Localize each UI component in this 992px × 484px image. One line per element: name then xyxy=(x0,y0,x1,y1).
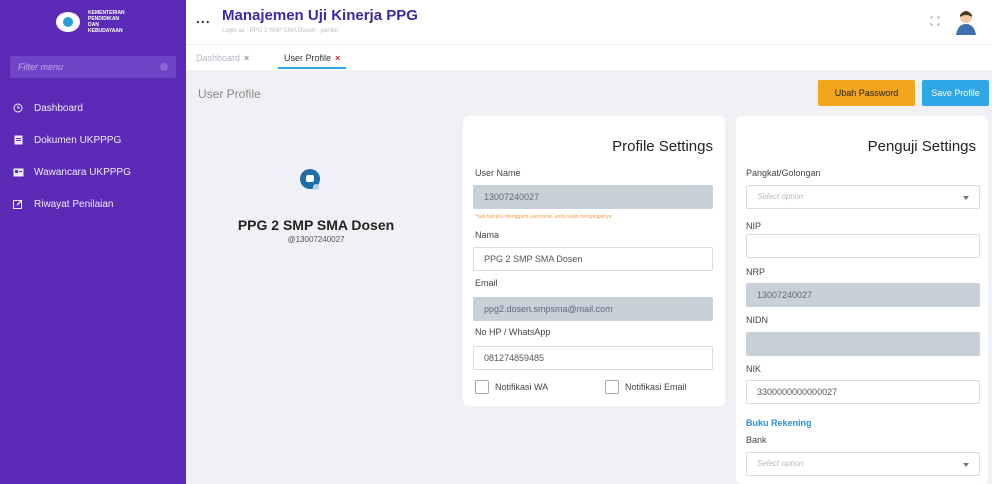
notifikasi-wa-checkbox[interactable]: Notifikasi WA xyxy=(475,380,548,394)
penguji-settings-card: Penguji Settings Pangkat/Golongan Select… xyxy=(736,116,988,484)
pangkat-label: Pangkat/Golongan xyxy=(746,168,821,178)
nidn-field[interactable] xyxy=(746,332,980,356)
login-as-text: Login as : PPG 2 SMP SMA Dosen - penilai xyxy=(222,28,338,34)
clock-icon xyxy=(12,102,24,114)
filter-menu-box xyxy=(10,56,176,78)
page-title: User Profile xyxy=(198,87,261,101)
tab-user-profile[interactable]: User Profile × xyxy=(278,51,347,69)
sidebar-item-label: Dashboard xyxy=(34,102,83,114)
tab-dashboard[interactable]: Dashboard × xyxy=(196,51,249,69)
top-bar: ... Manajemen Uji Kinerja PPG Login as :… xyxy=(186,0,992,44)
document-icon xyxy=(12,134,24,146)
avatar[interactable] xyxy=(954,9,978,35)
app-title: Manajemen Uji Kinerja PPG xyxy=(222,7,418,24)
checkbox-box[interactable] xyxy=(605,380,619,394)
hp-field[interactable]: 081274859485 xyxy=(473,346,713,370)
profile-handle: @13007240027 xyxy=(287,235,345,244)
filter-clear-icon[interactable] xyxy=(160,63,168,71)
logo-text: KEMENTERIAN PENDIDIKAN DAN KEBUDAYAAN xyxy=(88,10,125,34)
sidebar-item-wawancara[interactable]: Wawancara UKPPPG xyxy=(0,156,186,188)
nama-field[interactable]: PPG 2 SMP SMA Dosen xyxy=(473,247,713,271)
sidebar-item-dokumen[interactable]: Dokumen UKPPPG xyxy=(0,124,186,156)
chevron-down-icon xyxy=(963,196,969,200)
notifikasi-email-checkbox[interactable]: Notifikasi Email xyxy=(605,380,687,394)
bank-select[interactable]: Select option xyxy=(746,452,980,476)
nrp-field[interactable]: 13007240027 xyxy=(746,283,980,307)
menu-toggle-button[interactable]: ... xyxy=(196,10,211,26)
sidebar-item-dashboard[interactable]: Dashboard xyxy=(0,92,186,124)
profile-name: PPG 2 SMP SMA Dosen xyxy=(237,217,395,233)
bank-label: Bank xyxy=(746,435,767,445)
nik-label: NIK xyxy=(746,364,762,374)
ubah-password-button[interactable]: Ubah Password xyxy=(818,80,915,106)
nip-label: NIP xyxy=(746,221,762,231)
tab-label: Dashboard xyxy=(196,53,241,63)
sidebar-item-riwayat[interactable]: Riwayat Penilaian xyxy=(0,188,186,220)
profile-settings-card: Profile Settings User Name 13007240027 *… xyxy=(463,116,725,406)
save-profile-button[interactable]: Save Profile xyxy=(922,80,989,106)
chevron-down-icon xyxy=(963,463,969,467)
id-card-icon xyxy=(12,166,24,178)
username-label: User Name xyxy=(475,168,521,178)
sidebar-menu: Dashboard Dokumen UKPPPG Wawancara UKPPP… xyxy=(0,92,186,220)
card-title: Profile Settings xyxy=(612,138,713,155)
tab-label: User Profile xyxy=(284,53,332,63)
select-placeholder: Select option xyxy=(757,459,804,468)
checkbox-label: Notifikasi WA xyxy=(495,382,549,392)
nrp-label: NRP xyxy=(746,267,766,277)
sidebar-item-label: Wawancara UKPPPG xyxy=(34,166,131,178)
tab-bar: Dashboard × User Profile × xyxy=(186,44,992,70)
select-placeholder: Select option xyxy=(757,192,804,201)
nama-label: Nama xyxy=(475,230,500,240)
email-field[interactable]: ppg2.dosen.smpsma@mail.com xyxy=(473,297,713,321)
pangkat-select[interactable]: Select option xyxy=(746,185,980,209)
sidebar-item-label: Riwayat Penilaian xyxy=(34,198,114,210)
tab-close-icon[interactable]: × xyxy=(244,53,249,63)
sidebar: KEMENTERIAN PENDIDIKAN DAN KEBUDAYAAN Da… xyxy=(0,0,186,484)
checkbox-box[interactable] xyxy=(475,380,489,394)
emblem-icon xyxy=(56,12,80,32)
sidebar-item-label: Dokumen UKPPPG xyxy=(34,134,122,146)
username-hint: *hati-hati jika mengganti username, anda… xyxy=(475,214,612,220)
hp-label: No HP / WhatsApp xyxy=(475,327,551,337)
nip-field[interactable] xyxy=(746,234,980,258)
filter-menu-input[interactable] xyxy=(18,62,158,72)
checkbox-label: Notifikasi Email xyxy=(625,382,687,392)
nidn-label: NIDN xyxy=(746,315,768,325)
buku-rekening-heading: Buku Rekening xyxy=(746,418,812,428)
username-field[interactable]: 13007240027 xyxy=(473,185,713,209)
email-label: Email xyxy=(475,278,498,288)
tab-close-icon[interactable]: × xyxy=(335,53,340,63)
card-title: Penguji Settings xyxy=(867,138,976,155)
edit-icon xyxy=(12,198,24,210)
upload-badge-icon xyxy=(313,184,319,190)
sidebar-logo: KEMENTERIAN PENDIDIKAN DAN KEBUDAYAAN xyxy=(0,0,186,44)
nik-field[interactable]: 3300000000000027 xyxy=(746,380,980,404)
fullscreen-icon[interactable] xyxy=(930,16,940,26)
